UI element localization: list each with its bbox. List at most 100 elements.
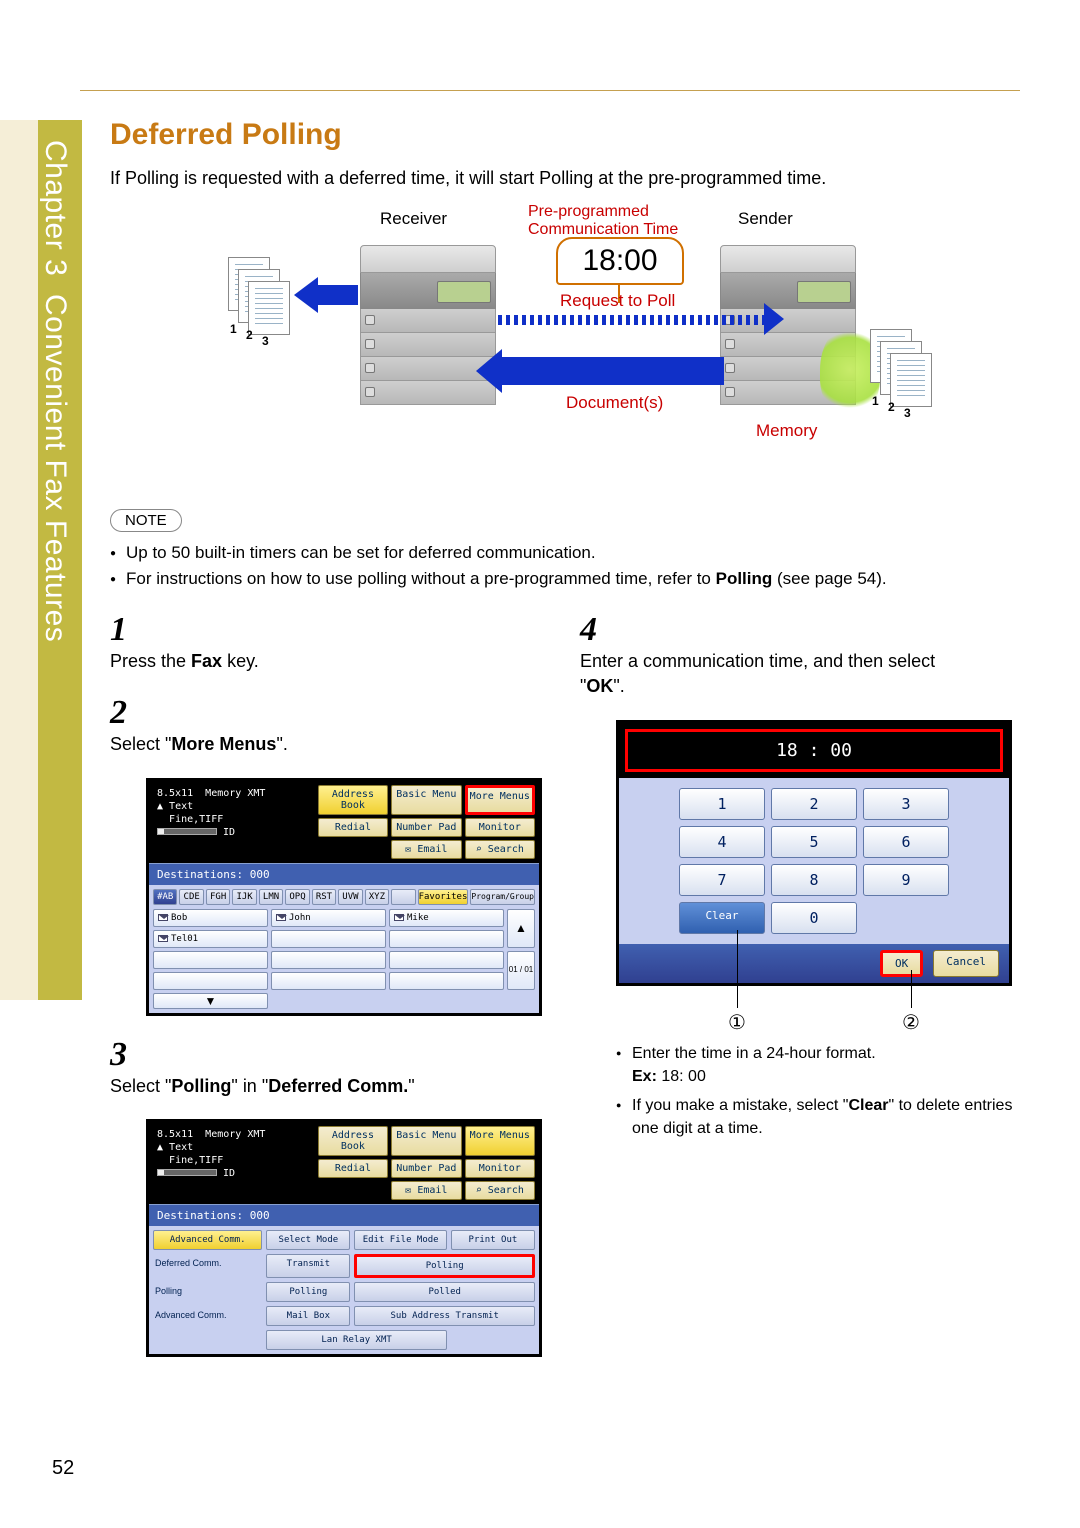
scroll-down[interactable]: ▼ [153,993,268,1009]
chapter-label: Chapter 3 Convenient Fax Features [38,140,72,642]
ok-button[interactable]: OK [880,950,923,977]
basicmenu-tab[interactable]: Basic Menu [391,1126,461,1156]
alpha-tab[interactable]: #AB [153,889,177,905]
numkey-1[interactable]: 1 [679,788,765,820]
screenshot-step2: 8.5x11 Memory XMT ▲ Text Fine,TIFF ID Ad… [146,778,542,1016]
redial-tab[interactable]: Redial [318,1159,388,1178]
mailbox-btn[interactable]: Mail Box [266,1306,350,1326]
search-tab[interactable]: ⌕ Search [465,1181,535,1200]
numkey-7[interactable]: 7 [679,864,765,896]
contact-entry[interactable]: Bob [153,909,268,927]
documents-arrowhead-icon [476,349,502,393]
sender-docs-icon: 1 2 3 [870,329,930,404]
label-receiver: Receiver [380,209,447,229]
step-number: 2 [110,694,146,732]
numkey-2[interactable]: 2 [771,788,857,820]
request-arrowhead-icon [764,303,784,335]
search-tab[interactable]: ⌕ Search [465,840,535,859]
row-label: Deferred Comm. [153,1254,262,1278]
screenshot-step3: 8.5x11 Memory XMT ▲ Text Fine,TIFF ID Ad… [146,1119,542,1357]
step-text: Press the Fax key. [110,649,510,674]
numkey-8[interactable]: 8 [771,864,857,896]
numkey-6[interactable]: 6 [863,826,949,858]
moremenus-tab[interactable]: More Menus [465,785,535,815]
label-sender: Sender [738,209,793,229]
intro-text: If Polling is requested with a deferred … [110,166,1020,191]
envelope-icon [158,935,168,942]
monitor-tab[interactable]: Monitor [465,818,535,837]
subnote-item: Enter the time in a 24-hour format.Ex: 1… [616,1042,1020,1088]
circle-2: ② [902,1010,920,1035]
numkey-4[interactable]: 4 [679,826,765,858]
numkey-3[interactable]: 3 [863,788,949,820]
circle-1: ① [728,1010,746,1035]
request-line-icon [498,315,768,325]
step-text: Select "Polling" in "Deferred Comm." [110,1074,510,1099]
contact-entry[interactable]: Tel01 [153,930,268,948]
step-text: Enter a communication time, and then sel… [580,649,980,699]
numkey-0[interactable]: 0 [771,902,857,934]
envelope-icon [276,914,286,921]
select-mode-header[interactable]: Select Mode [266,1230,350,1250]
alpha-tab[interactable]: CDE [179,889,203,905]
polling-btn[interactable]: Polling [354,1254,535,1278]
contact-entry[interactable]: Mike [389,909,504,927]
email-tab[interactable]: ✉ Email [391,1181,461,1200]
label-preprogrammed: Pre-programmed Communication Time [528,203,678,238]
alpha-tab[interactable]: OPQ [285,889,309,905]
request-label: Request to Poll [560,291,675,311]
cancel-button[interactable]: Cancel [933,950,999,977]
arrow-to-receiver-icon [298,277,358,313]
alpha-tab[interactable]: RST [312,889,336,905]
alpha-tab[interactable]: IJK [232,889,256,905]
received-docs-icon: 1 2 3 [228,257,288,332]
numkey-9[interactable]: 9 [863,864,949,896]
favorites-tab[interactable]: Favorites [418,889,469,905]
subnote-list: Enter the time in a 24-hour format.Ex: 1… [580,1042,1020,1141]
program-group-tab[interactable]: Program/Group [470,889,535,905]
alpha-tab[interactable]: FGH [206,889,230,905]
print-out-header[interactable]: Print Out [451,1230,535,1250]
polling-btn2[interactable]: Polling [266,1282,350,1302]
alpha-tab[interactable]: XYZ [365,889,389,905]
subaddress-btn[interactable]: Sub Address Transmit [354,1306,535,1326]
scroll-up[interactable]: ▲ [507,909,535,948]
time-display: 18 : 00 [625,729,1003,772]
subnote-item: If you make a mistake, select "Clear" to… [616,1094,1020,1140]
note-pill: NOTE [110,509,182,532]
destinations-label: Destinations: 000 [149,863,539,885]
transmit-btn[interactable]: Transmit [266,1254,350,1278]
alpha-tab[interactable] [391,889,415,905]
contact-entry[interactable]: John [271,909,386,927]
advanced-comm-header[interactable]: Advanced Comm. [153,1230,262,1250]
memory-label: Memory [756,421,817,441]
redial-tab[interactable]: Redial [318,818,388,837]
screenshot-step4: 18 : 00 1 2 3 4 5 6 7 8 9 Clear 0 [616,720,1012,986]
numkey-5[interactable]: 5 [771,826,857,858]
step-number: 4 [580,611,616,649]
step-number: 3 [110,1036,146,1074]
addressbook-tab[interactable]: Address Book [318,785,388,815]
step-text: Select "More Menus". [110,732,510,757]
envelope-icon [158,914,168,921]
addressbook-tab[interactable]: Address Book [318,1126,388,1156]
edit-file-header[interactable]: Edit File Mode [354,1230,447,1250]
scroll-counter: 01 / 01 [507,951,535,990]
polled-btn[interactable]: Polled [354,1282,535,1302]
basicmenu-tab[interactable]: Basic Menu [391,785,461,815]
alpha-tab[interactable]: UVW [338,889,362,905]
row-label: Polling [153,1282,262,1302]
numberpad-tab[interactable]: Number Pad [391,1159,461,1178]
lanrelay-btn[interactable]: Lan Relay XMT [266,1330,447,1350]
destinations-label: Destinations: 000 [149,1204,539,1226]
numberpad-tab[interactable]: Number Pad [391,818,461,837]
numkey-clear[interactable]: Clear [679,902,765,934]
row-label: Advanced Comm. [153,1306,262,1326]
note-item: Up to 50 built-in timers can be set for … [110,540,1020,566]
monitor-tab[interactable]: Monitor [465,1159,535,1178]
email-tab[interactable]: ✉ Email [391,840,461,859]
step-number: 1 [110,611,146,649]
alpha-tab[interactable]: LMN [259,889,283,905]
polling-diagram: Receiver Pre-programmed Communication Ti… [180,209,980,489]
moremenus-tab[interactable]: More Menus [465,1126,535,1156]
